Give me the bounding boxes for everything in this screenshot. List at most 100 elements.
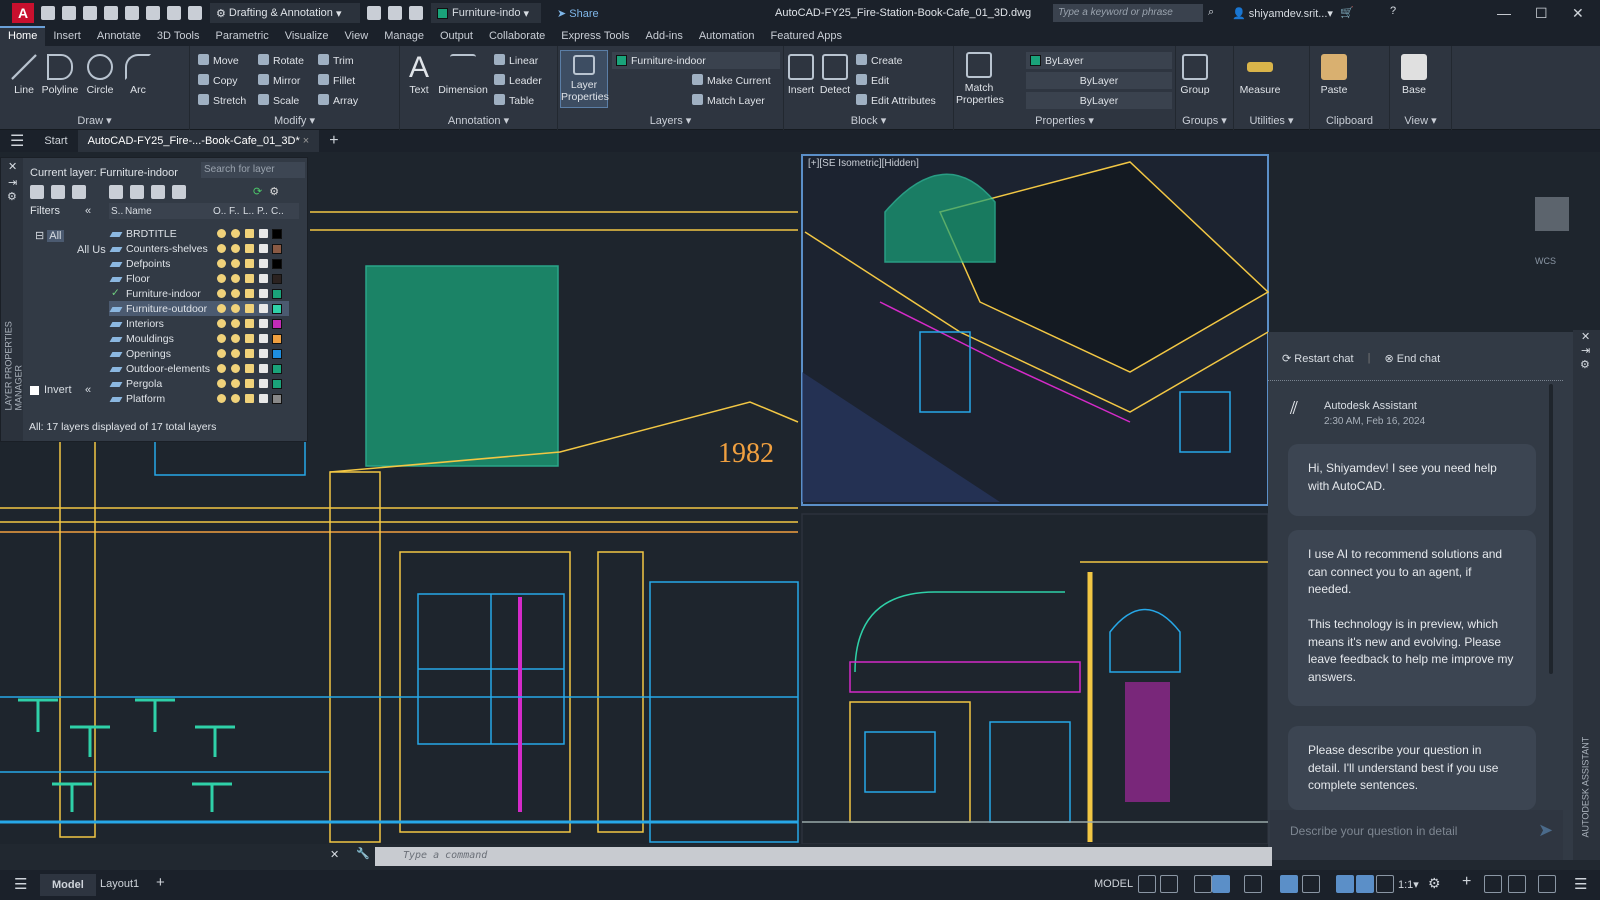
utilities-panel-title[interactable]: Utilities ▾	[1234, 114, 1309, 127]
viewcube[interactable]	[1535, 197, 1569, 231]
ribbon-tab-parametric[interactable]: Parametric	[208, 26, 277, 46]
layer-color-swatch[interactable]	[272, 273, 282, 284]
linear-button[interactable]: Linear	[494, 54, 538, 67]
auto-scale-toggle[interactable]	[1356, 875, 1374, 893]
close-tab-icon[interactable]: ×	[303, 135, 309, 147]
ribbon-tab-automation[interactable]: Automation	[691, 26, 763, 46]
block-panel-title[interactable]: Block ▾	[784, 114, 953, 127]
layer-search-input[interactable]: Search for layer	[201, 162, 305, 178]
col-name[interactable]: Name	[125, 206, 213, 217]
on-bulb-icon[interactable]	[217, 229, 226, 238]
delete-layer-icon[interactable]	[151, 185, 165, 199]
print-icon[interactable]	[146, 6, 160, 20]
layer-row[interactable]: Furniture-outdoor	[109, 301, 289, 316]
edit-attributes-button[interactable]: Edit Attributes	[856, 94, 936, 107]
plot-printer-icon[interactable]	[259, 319, 268, 328]
detect-tool[interactable]: Detect	[818, 54, 852, 96]
lineweight-combo[interactable]: ByLayer	[1026, 92, 1172, 109]
circle-tool[interactable]: Circle	[82, 54, 118, 96]
freeze-sun-icon[interactable]	[231, 244, 240, 253]
lock-icon[interactable]	[245, 334, 254, 343]
layer-dropdown[interactable]: Furniture-indo ▾	[431, 3, 541, 23]
plot-printer-icon[interactable]	[259, 244, 268, 253]
lock-icon[interactable]	[245, 364, 254, 373]
save-icon[interactable]	[83, 6, 97, 20]
layer-color-swatch[interactable]	[272, 348, 282, 359]
layer-row[interactable]: Outdoor-elements	[109, 361, 289, 376]
calculator-icon[interactable]	[409, 6, 423, 20]
save-as-icon[interactable]	[104, 6, 118, 20]
mirror-button[interactable]: Mirror	[258, 74, 300, 87]
plot-printer-icon[interactable]	[259, 304, 268, 313]
app-logo[interactable]: A	[12, 3, 34, 23]
command-line-input[interactable]: Type a command	[375, 847, 1272, 866]
edit-block-button[interactable]: Edit	[856, 74, 889, 87]
table-button[interactable]: Table	[494, 94, 534, 107]
layer-properties-button[interactable]: Layer Properties	[560, 50, 609, 108]
text-tool[interactable]: A Text	[402, 52, 436, 97]
customize-icon[interactable]: 🔧	[356, 847, 370, 860]
add-layout-button[interactable]: +	[156, 874, 165, 891]
on-bulb-icon[interactable]	[217, 289, 226, 298]
collapse-filters-icon[interactable]: «	[85, 205, 91, 217]
isolate-objects-icon[interactable]	[1484, 875, 1502, 893]
leader-button[interactable]: Leader	[494, 74, 542, 87]
plot-printer-icon[interactable]	[259, 274, 268, 283]
lock-icon[interactable]	[245, 349, 254, 358]
polar-tracking-toggle[interactable]	[1212, 875, 1230, 893]
user-account-menu[interactable]: 👤 shiyamdev.srit...▾	[1232, 7, 1333, 20]
on-bulb-icon[interactable]	[217, 244, 226, 253]
rotate-button[interactable]: Rotate	[258, 54, 304, 67]
workspace-dropdown[interactable]: ⚙ Drafting & Annotation ▾	[210, 3, 360, 23]
on-bulb-icon[interactable]	[217, 319, 226, 328]
measure-tool[interactable]: Measure	[1238, 54, 1282, 96]
layer-row[interactable]: Counters-shelves	[109, 241, 289, 256]
insert-block-tool[interactable]: Insert	[786, 54, 816, 96]
new-icon[interactable]	[41, 6, 55, 20]
plot-printer-icon[interactable]	[259, 289, 268, 298]
layer-color-swatch[interactable]	[272, 378, 282, 389]
col-on[interactable]: O..	[213, 206, 229, 217]
lock-icon[interactable]	[245, 394, 254, 403]
close-palette-icon[interactable]: ✕	[8, 160, 17, 173]
freeze-sun-icon[interactable]	[231, 319, 240, 328]
freeze-sun-icon[interactable]	[231, 304, 240, 313]
close-button[interactable]: ✕	[1572, 5, 1584, 22]
layer-color-swatch[interactable]	[272, 393, 282, 404]
layer-row[interactable]: Furniture-indoor	[109, 286, 289, 301]
lock-icon[interactable]	[245, 229, 254, 238]
workspace-gear-icon[interactable]: ⚙	[1428, 875, 1441, 892]
new-layer-icon[interactable]	[109, 185, 123, 199]
base-view-tool[interactable]: Base	[1398, 54, 1430, 96]
maximize-button[interactable]: ☐	[1535, 5, 1548, 22]
ribbon-tab-add-ins[interactable]: Add-ins	[638, 26, 691, 46]
share-button[interactable]: ➤ Share	[557, 7, 599, 20]
layer-color-swatch[interactable]	[272, 318, 282, 329]
on-bulb-icon[interactable]	[217, 364, 226, 373]
on-bulb-icon[interactable]	[217, 274, 226, 283]
polyline-tool[interactable]: Polyline	[40, 54, 80, 96]
freeze-sun-icon[interactable]	[231, 259, 240, 268]
group-tool[interactable]: Group	[1178, 54, 1212, 96]
layer-combo[interactable]: Furniture-indoor	[612, 52, 780, 69]
wcs-label[interactable]: WCS	[1535, 256, 1556, 266]
send-icon[interactable]: ➤	[1538, 820, 1553, 841]
scale-button[interactable]: Scale	[258, 94, 299, 107]
on-bulb-icon[interactable]	[217, 334, 226, 343]
search-icon[interactable]: ⌕	[1208, 6, 1214, 19]
layout1-tab[interactable]: Layout1	[100, 878, 139, 890]
annotation-scale-dropdown[interactable]: 1:1▾	[1398, 878, 1419, 891]
move-button[interactable]: Move	[198, 54, 239, 67]
invert-filter-checkbox[interactable]: Invert	[30, 384, 72, 396]
on-bulb-icon[interactable]	[217, 379, 226, 388]
freeze-sun-icon[interactable]	[231, 274, 240, 283]
draw-panel-title[interactable]: Draw ▾	[0, 114, 189, 127]
layer-color-swatch[interactable]	[272, 228, 282, 239]
col-color[interactable]: C..	[271, 206, 285, 217]
plot-printer-icon[interactable]	[259, 379, 268, 388]
plot-printer-icon[interactable]	[259, 394, 268, 403]
isodraft-toggle[interactable]	[1244, 875, 1262, 893]
plot-printer-icon[interactable]	[259, 364, 268, 373]
restart-chat-button[interactable]: ⟳ Restart chat	[1282, 352, 1354, 365]
freeze-sun-icon[interactable]	[231, 349, 240, 358]
